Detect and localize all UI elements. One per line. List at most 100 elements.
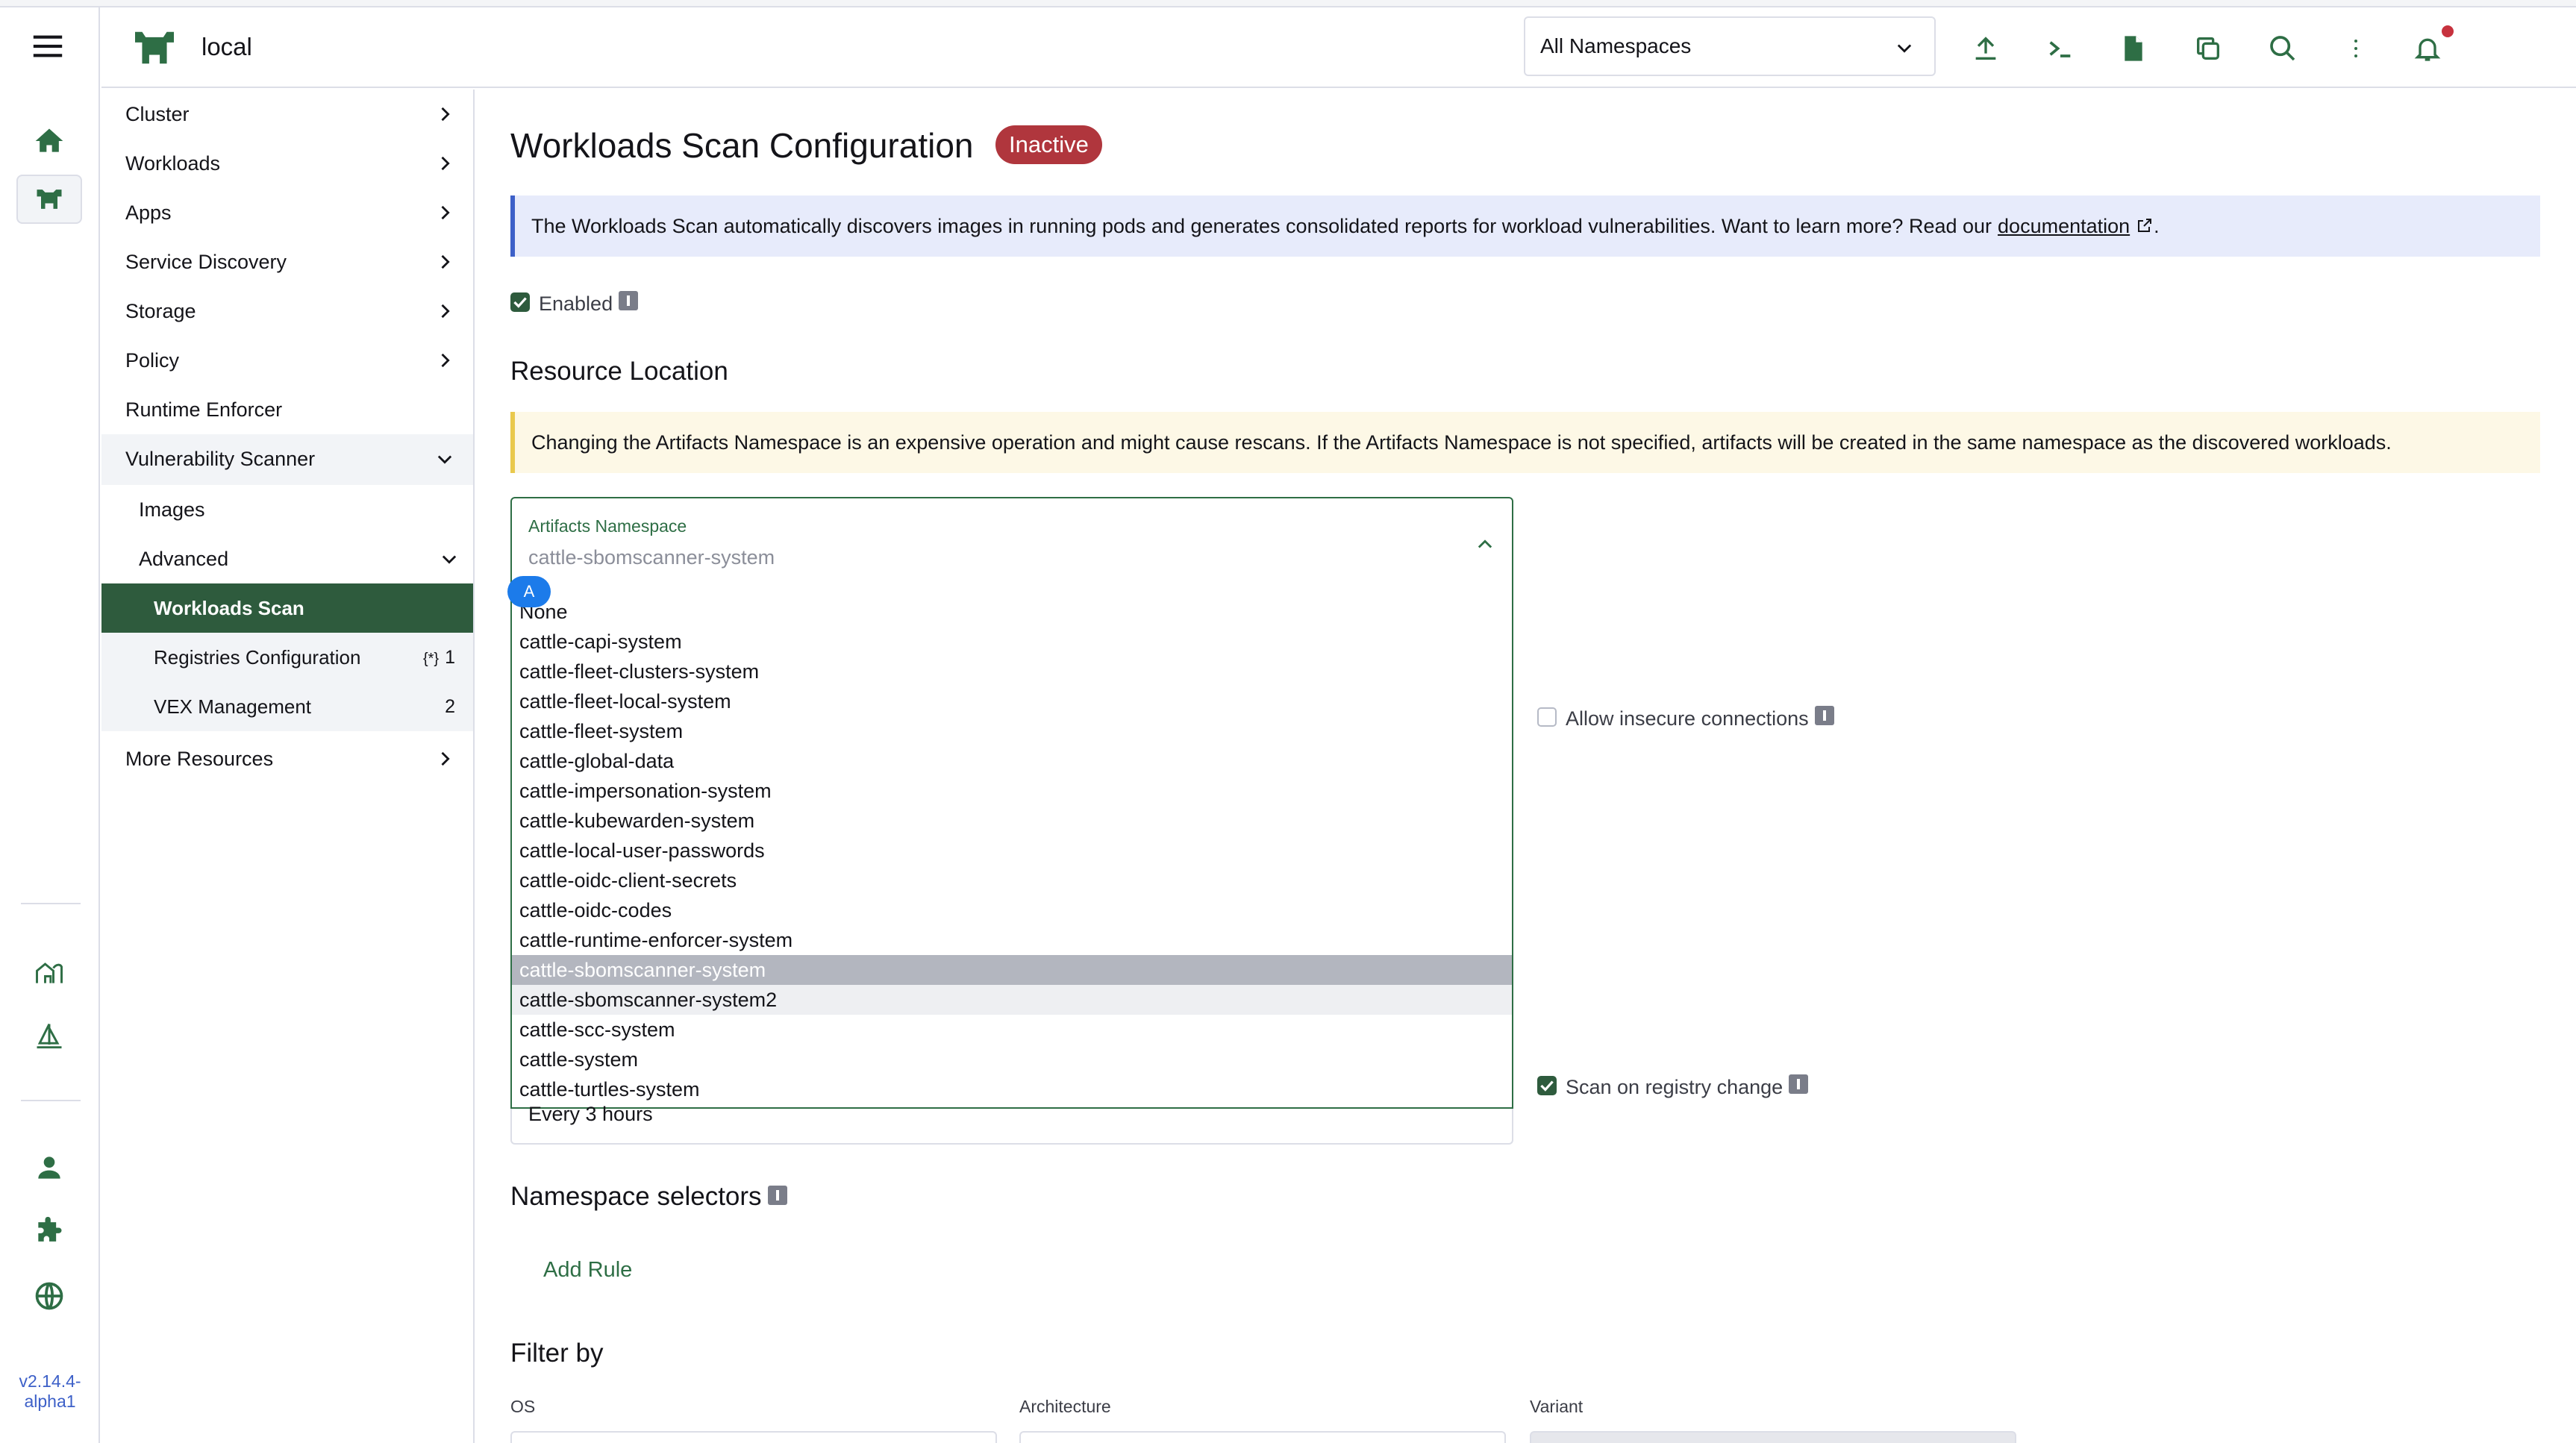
search-button[interactable]: [2267, 33, 2298, 64]
dropdown-option[interactable]: cattle-fleet-clusters-system: [512, 657, 1512, 686]
scan-on-change-label-text: Scan on registry change: [1566, 1076, 1783, 1098]
nav-label: Storage: [125, 299, 196, 322]
info-icon[interactable]: [767, 1186, 787, 1205]
namespace-selectors-title: Namespace selectors: [510, 1182, 787, 1212]
os-input[interactable]: [510, 1431, 997, 1443]
vex-count: 2: [445, 695, 455, 717]
checkmark-icon: [513, 297, 527, 308]
dropdown-option[interactable]: cattle-local-user-passwords: [512, 836, 1512, 866]
page-title: Workloads Scan Configuration: [510, 126, 974, 165]
status-badge: Inactive: [995, 125, 1102, 164]
dropdown-option[interactable]: cattle-global-data: [512, 746, 1512, 776]
variant-input[interactable]: [1530, 1431, 2016, 1443]
more-icon: [2354, 40, 2357, 57]
hamburger-menu-button[interactable]: [33, 34, 63, 58]
chevron-right-icon: [441, 254, 450, 269]
nav-item-more-resources[interactable]: More Resources: [101, 734, 473, 783]
info-icon[interactable]: [1789, 1074, 1809, 1094]
nav-item-apps[interactable]: Apps: [101, 188, 473, 237]
dropdown-option[interactable]: cattle-oidc-codes: [512, 895, 1512, 925]
nav-item-cluster[interactable]: Cluster: [101, 90, 473, 139]
artifacts-namespace-select[interactable]: Artifacts Namespace cattle-sbomscanner-s…: [510, 497, 1513, 588]
registries-count-value: 1: [445, 646, 455, 668]
upload-icon: [1975, 37, 1996, 60]
chevron-down-icon: [1897, 44, 1912, 53]
enabled-checkbox[interactable]: [510, 292, 530, 312]
allow-insecure-label: Allow insecure connections: [1566, 706, 1834, 730]
download-kubeconfig-button[interactable]: [2118, 33, 2149, 64]
user-button[interactable]: [16, 1143, 82, 1192]
globe-button[interactable]: [16, 1271, 82, 1321]
dropdown-option[interactable]: cattle-runtime-enforcer-system: [512, 925, 1512, 955]
documentation-link[interactable]: documentation: [1998, 215, 2154, 238]
dropdown-option[interactable]: cattle-sbomscanner-system2: [512, 985, 1512, 1015]
dropdown-option[interactable]: cattle-turtles-system: [512, 1074, 1512, 1104]
architecture-input[interactable]: [1019, 1431, 1506, 1443]
add-rule-button[interactable]: Add Rule: [543, 1258, 632, 1283]
nav-item-advanced[interactable]: Advanced: [101, 534, 473, 583]
fleet-button[interactable]: [16, 948, 82, 997]
more-button[interactable]: [2340, 33, 2372, 64]
info-icon[interactable]: [1814, 706, 1834, 725]
nav-item-storage[interactable]: Storage: [101, 287, 473, 336]
dropdown-option[interactable]: cattle-system: [512, 1045, 1512, 1074]
nav-item-vulnerability-scanner[interactable]: Vulnerability Scanner: [101, 434, 473, 483]
nav-item-policy[interactable]: Policy: [101, 336, 473, 385]
nav-item-service-discovery[interactable]: Service Discovery: [101, 237, 473, 287]
nav-item-runtime-enforcer[interactable]: Runtime Enforcer: [101, 385, 473, 434]
nav-label: VEX Management: [154, 695, 312, 718]
scan-interval-field[interactable]: Every 3 hours: [510, 1103, 1513, 1145]
nav-item-workloads[interactable]: Workloads: [101, 139, 473, 188]
extensions-button[interactable]: [16, 1207, 82, 1256]
nav-group-vulnerability-scanner: Vulnerability Scanner Images Advanced Wo…: [101, 434, 473, 731]
dropdown-option[interactable]: cattle-fleet-system: [512, 716, 1512, 746]
os-label: OS: [510, 1397, 536, 1416]
sail-icon: [37, 1023, 62, 1049]
annotation-marker: A: [507, 576, 551, 607]
nav-label: Service Discovery: [125, 250, 287, 273]
nav-label: Runtime Enforcer: [125, 398, 283, 421]
registries-brace-icon: {*}: [422, 650, 440, 667]
dropdown-option[interactable]: cattle-capi-system: [512, 627, 1512, 657]
scan-on-registry-change-checkbox[interactable]: [1537, 1076, 1557, 1095]
artifacts-namespace-dropdown[interactable]: None cattle-capi-system cattle-fleet-clust…: [510, 586, 1513, 1109]
nav-item-images[interactable]: Images: [101, 485, 473, 534]
rail-divider: [21, 903, 81, 904]
nav-item-vex-management[interactable]: VEX Management 2: [101, 682, 473, 731]
nav-item-workloads-scan[interactable]: Workloads Scan: [101, 583, 473, 633]
dropdown-option[interactable]: cattle-scc-system: [512, 1015, 1512, 1045]
dropdown-option[interactable]: None: [512, 597, 1512, 627]
dropdown-option[interactable]: cattle-oidc-client-secrets: [512, 866, 1512, 895]
fleet-icon: [36, 962, 63, 983]
side-navigation: Cluster Workloads Apps Service Discovery…: [101, 90, 475, 1443]
nav-label: Workloads Scan: [154, 596, 304, 619]
notifications-button[interactable]: [2412, 33, 2443, 64]
dropdown-option[interactable]: cattle-fleet-local-system: [512, 686, 1512, 716]
home-button[interactable]: [16, 116, 82, 166]
resource-location-title: Resource Location: [510, 357, 728, 386]
dropdown-option[interactable]: cattle-sbomscanner-system: [512, 955, 1512, 985]
info-banner: The Workloads Scan automatically discove…: [510, 195, 2540, 257]
allow-insecure-checkbox[interactable]: [1537, 707, 1557, 727]
copy-kubeconfig-button[interactable]: [2192, 33, 2224, 64]
dropdown-option[interactable]: cattle-impersonation-system: [512, 776, 1512, 806]
home-icon: [35, 128, 63, 152]
chevron-right-icon: [441, 751, 450, 766]
version-label: v2.14.4- alpha1: [19, 1371, 81, 1411]
dropdown-option[interactable]: cattle-kubewarden-system: [512, 806, 1512, 836]
architecture-label: Architecture: [1019, 1397, 1111, 1416]
cluster-icon: [37, 190, 62, 209]
filter-by-title: Filter by: [510, 1339, 604, 1368]
info-icon[interactable]: [619, 291, 639, 310]
import-yaml-button[interactable]: [1970, 33, 2001, 64]
nav-item-registries-configuration[interactable]: Registries Configuration {*} 1: [101, 633, 473, 682]
namespace-select[interactable]: All Namespaces: [1524, 16, 1936, 76]
kubectl-shell-button[interactable]: [2045, 33, 2076, 64]
registries-count: {*} 1: [423, 647, 455, 669]
cluster-button[interactable]: [16, 175, 82, 224]
enabled-label-text: Enabled: [539, 292, 613, 315]
puzzle-icon: [38, 1216, 62, 1242]
hamburger-icon: [33, 35, 63, 57]
sail-button[interactable]: [16, 1012, 82, 1061]
enabled-label: Enabled: [539, 291, 639, 316]
